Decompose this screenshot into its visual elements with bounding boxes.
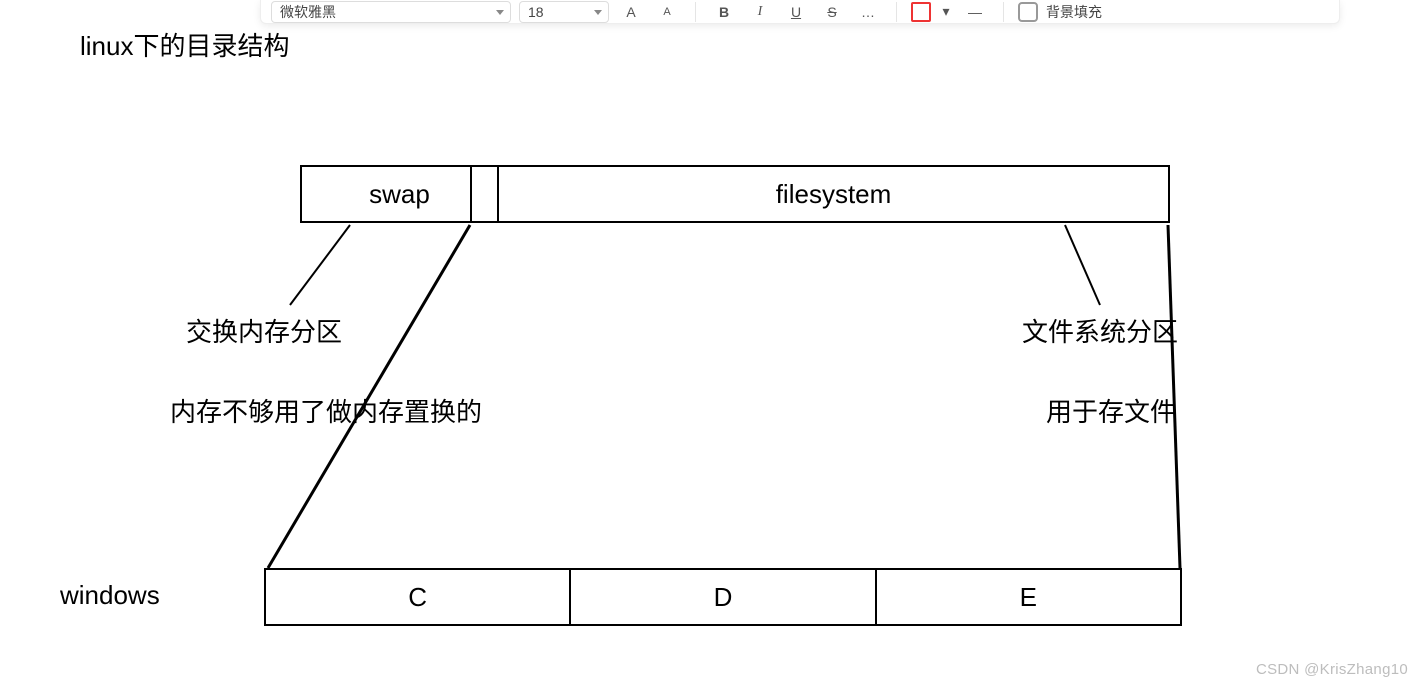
toolbar-separator — [695, 2, 696, 22]
linux-filesystem-cell: filesystem — [499, 167, 1168, 221]
linux-filesystem-label: filesystem — [776, 179, 892, 210]
font-size-increase-button[interactable]: A — [617, 1, 645, 23]
font-size-decrease-button[interactable]: A — [653, 1, 681, 23]
background-fill-checkbox[interactable] — [1018, 2, 1038, 22]
windows-e-label: E — [1020, 582, 1037, 613]
text-color-swatch[interactable] — [911, 2, 931, 22]
italic-button[interactable]: I — [746, 1, 774, 23]
toolbar-separator — [1003, 2, 1004, 22]
strike-button[interactable]: S — [818, 1, 846, 23]
toolbar-separator — [896, 2, 897, 22]
page-root: 微软雅黑 18 A A B I U S … ▾ — 背景填充 linux下的目录… — [0, 0, 1426, 684]
windows-label: windows — [60, 580, 160, 611]
fs-note-line2: 用于存文件 — [1046, 392, 1176, 429]
linux-swap-inner-divider — [470, 167, 472, 223]
windows-d-label: D — [714, 582, 733, 613]
windows-e-cell: E — [877, 570, 1180, 624]
more-format-button[interactable]: … — [854, 1, 882, 23]
formatting-toolbar: 微软雅黑 18 A A B I U S … ▾ — 背景填充 — [260, 0, 1340, 24]
font-size-value: 18 — [528, 4, 544, 20]
fs-note-line1: 文件系统分区 — [1022, 312, 1178, 349]
windows-c-label: C — [408, 582, 427, 613]
underline-button[interactable]: U — [782, 1, 810, 23]
font-size-select[interactable]: 18 — [519, 1, 609, 23]
color-dropdown-icon[interactable]: ▾ — [939, 1, 953, 23]
swap-note-line1: 交换内存分区 — [186, 312, 342, 349]
windows-partition-bar: C D E — [264, 568, 1182, 626]
swap-note-line2: 内存不够用了做内存置换的 — [170, 392, 482, 429]
page-title: linux下的目录结构 — [80, 26, 289, 63]
font-family-value: 微软雅黑 — [280, 2, 336, 22]
highlight-button[interactable]: — — [961, 1, 989, 23]
background-fill-label: 背景填充 — [1046, 2, 1102, 22]
bold-button[interactable]: B — [710, 1, 738, 23]
font-family-select[interactable]: 微软雅黑 — [271, 1, 511, 23]
windows-c-cell: C — [266, 570, 571, 624]
watermark: CSDN @KrisZhang10 — [1256, 661, 1408, 678]
linux-partition-bar: swap filesystem — [300, 165, 1170, 223]
windows-d-cell: D — [571, 570, 876, 624]
linux-swap-label: swap — [369, 179, 430, 210]
